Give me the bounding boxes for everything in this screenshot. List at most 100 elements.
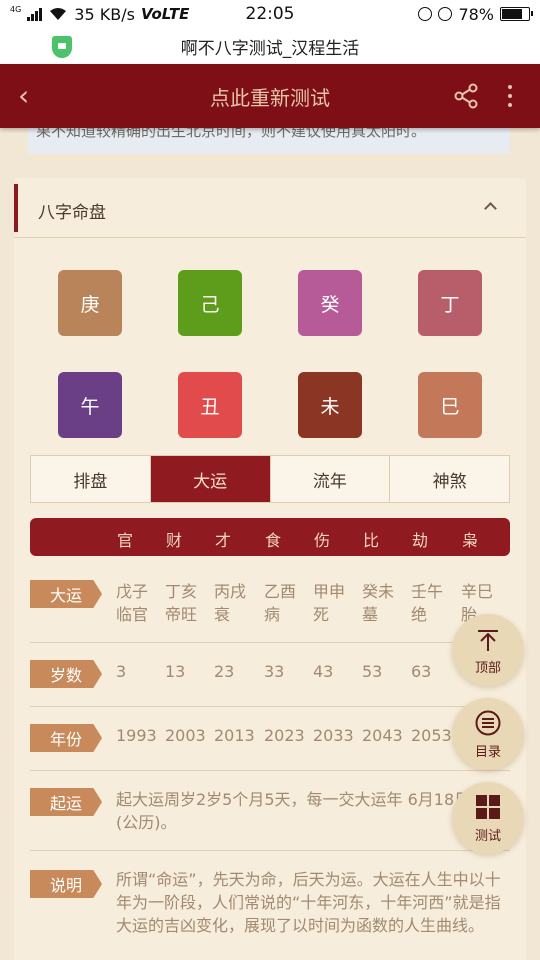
arrow-up-icon [478,630,498,651]
ten-god-label: 官 [116,531,133,550]
wifi-icon [50,8,67,20]
earthly-branch-tile: 未 [298,372,362,438]
dayun-state: 临官 [116,605,149,624]
dayun-cell: 癸未墓 [362,580,410,626]
age-cell: 3 [116,662,127,681]
dayun-state: 帝旺 [165,605,198,624]
earthly-branch-tile: 午 [58,372,122,438]
dayun-state: 衰 [214,605,231,624]
heavenly-stem-tile: 丁 [418,270,482,336]
dayun-cell: 甲申死 [313,580,361,626]
ten-god-label: 伤 [313,531,330,550]
year-cell: 2023 [264,726,305,745]
dayun-ganzhi: 乙酉 [264,582,297,601]
ten-god-label: 食 [264,531,281,550]
page-title: 啊不八字测试_汉程生活 [180,38,360,59]
dayun-state: 死 [313,605,330,624]
shuoming-text: 所谓“命运”，先天为命，后天为运。大运在人生中以十年为一阶段，人们常说的“十年河… [116,870,501,935]
branch-char: 丑 [200,395,220,418]
stem-char: 己 [200,293,220,316]
lock-rotation-icon [418,7,433,21]
row-label-shuoming: 说明 [30,870,102,898]
card-title: 八字命盘 [38,203,106,223]
tab-shensha[interactable]: 神煞 [390,456,509,502]
row-divider [30,706,510,707]
branch-char: 巳 [440,395,460,418]
age-cell: 53 [362,662,383,681]
clock: 22:05 [245,4,295,24]
header-accent-bar [14,184,18,232]
dayun-cell: 乙酉病 [264,580,312,626]
year-cell: 1993 [116,726,157,745]
dayun-cell: 丙戌衰 [214,580,262,626]
year-cell: 2013 [214,726,255,745]
back-to-top-button[interactable]: 顶部 [452,614,524,686]
app-header: ‹ 点此重新测试 [0,64,540,128]
row-divider [30,770,510,771]
list-icon [475,710,501,736]
back-icon[interactable]: ‹ [18,82,29,110]
tab-dayun[interactable]: 大运 [150,456,271,502]
table-of-contents-button[interactable]: 目录 [452,698,524,770]
stem-char: 癸 [320,293,340,316]
heavenly-stem-tile: 癸 [298,270,362,336]
more-icon[interactable] [500,82,520,110]
dayun-state: 绝 [411,605,428,624]
age-cell: 13 [165,662,186,681]
dayun-state: 墓 [362,605,379,624]
ten-god-label: 枭 [461,531,478,550]
stem-char: 丁 [440,293,460,316]
retest-button[interactable]: 点此重新测试 [210,82,330,111]
share-icon[interactable] [452,82,480,110]
heavenly-stem-tile: 庚 [58,270,122,336]
signal-icon [27,7,43,21]
ten-god-label: 劫 [411,531,428,550]
fab-label-test: 测试 [474,829,501,844]
security-shield-icon [52,36,72,58]
branch-char: 午 [80,395,100,418]
battery-percent: 78% [458,4,494,24]
network-type: 4G [10,4,22,14]
fab-label-toc: 目录 [474,745,501,760]
tab-liunian[interactable]: 流年 [271,456,391,502]
row-label-dayun: 大运 [30,580,102,608]
earthly-branch-tile: 巳 [418,372,482,438]
age-cell: 43 [313,662,334,681]
dayun-state: 病 [264,605,281,624]
row-label-ages: 岁数 [30,660,102,688]
network-speed: 35 KB/s [74,4,135,24]
browser-title-bar: 啊不八字测试_汉程生活 [0,28,540,64]
chevron-up-icon[interactable] [484,202,497,215]
earthly-branch-tile: 丑 [178,372,242,438]
ten-god-label: 才 [214,531,231,550]
year-cell: 2043 [362,726,403,745]
year-cell: 2033 [313,726,354,745]
dayun-ganzhi: 丁亥 [165,582,198,601]
dayun-cell: 壬午绝 [411,580,459,626]
fab-label-top: 顶部 [474,661,501,676]
grid-icon [476,795,500,819]
dayun-ganzhi: 丙戌 [214,582,247,601]
stem-char: 庚 [80,293,100,316]
year-cell: 2003 [165,726,206,745]
dayun-ganzhi: 壬午 [411,582,444,601]
row-label-qiyun: 起运 [30,788,102,816]
card-header[interactable]: 八字命盘 [14,178,526,238]
ten-gods-header: 官 财 才 食 伤 比 劫 枭 [30,518,510,556]
dayun-ganzhi: 癸未 [362,582,395,601]
tab-paipan[interactable]: 排盘 [31,456,151,502]
status-right: 78% [340,4,533,24]
dayun-ganzhi: 甲申 [313,582,346,601]
row-label-years: 年份 [30,724,102,752]
status-bar: 4G 35 KB/s VoLTE 22:05 78% [0,0,540,28]
tab-bar: 排盘 大运 流年 神煞 [30,455,510,503]
test-button[interactable]: 测试 [452,782,524,854]
dayun-ganzhi: 戊子 [116,582,149,601]
dayun-ganzhi: 辛巳 [461,582,494,601]
ten-god-label: 比 [362,531,379,550]
row-divider [30,642,510,643]
volte-indicator: VoLTE [140,5,190,23]
ten-god-label: 财 [165,531,182,550]
row-divider [30,850,510,851]
heavenly-stem-tile: 己 [178,270,242,336]
